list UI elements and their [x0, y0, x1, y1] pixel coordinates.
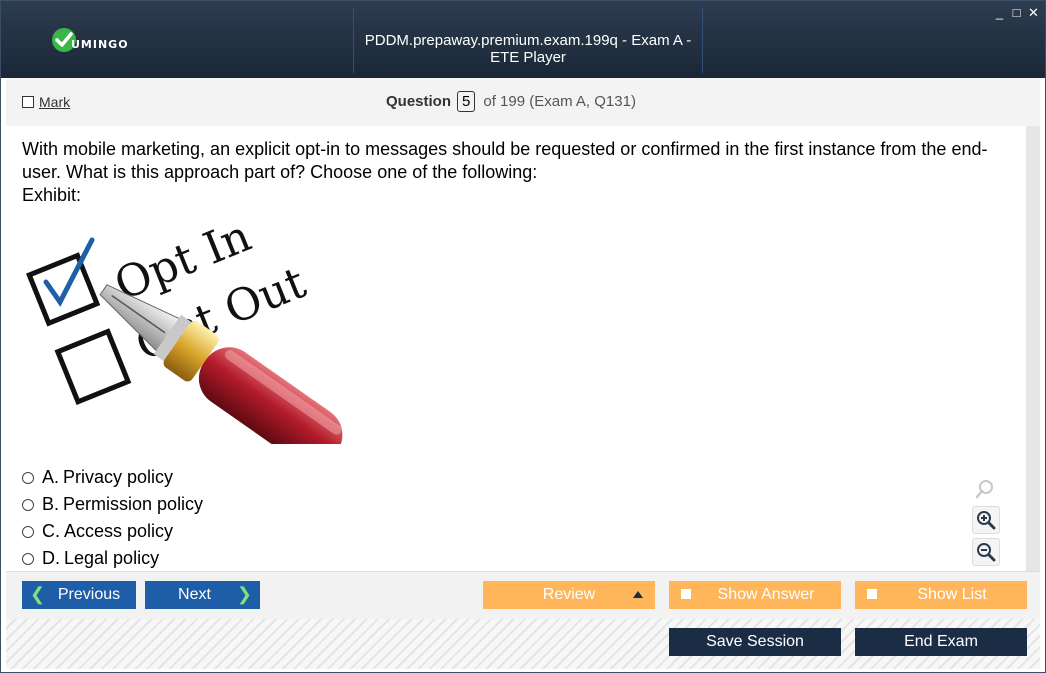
- answer-letter: B.: [42, 494, 60, 514]
- show-list-label: Show List: [917, 586, 987, 603]
- question-text-block: With mobile marketing, an explicit opt-i…: [22, 138, 1022, 207]
- show-answer-label: Show Answer: [717, 586, 815, 603]
- mark-label: Mark: [39, 94, 71, 110]
- end-exam-label: End Exam: [904, 633, 978, 650]
- zoom-controls: [972, 476, 1000, 566]
- previous-label: Previous: [57, 586, 121, 603]
- zoom-out-icon: [977, 543, 996, 562]
- question-content: With mobile marketing, an explicit opt-i…: [6, 126, 1026, 571]
- title-bar: UMINGO PDDM.prepaway.premium.exam.199q -…: [1, 1, 1045, 78]
- answer-text: Legal policy: [64, 548, 160, 568]
- maximize-button[interactable]: □: [1011, 5, 1022, 21]
- bottom-bar: Save Session End Exam: [6, 619, 1040, 669]
- answer-letter: A.: [42, 467, 60, 487]
- magnifier-icon: [975, 480, 993, 499]
- close-button[interactable]: ✕: [1028, 5, 1039, 21]
- chevron-right-icon: ❯: [236, 584, 252, 604]
- show-list-checkbox[interactable]: [867, 589, 877, 599]
- answer-list: A. Privacy policy B. Permission policy C…: [22, 464, 203, 572]
- radio-button[interactable]: [22, 498, 34, 511]
- vumingo-logo: UMINGO: [51, 25, 129, 55]
- triangle-up-icon[interactable]: [633, 591, 643, 598]
- question-text: With mobile marketing, an explicit opt-i…: [22, 139, 988, 182]
- answer-text: Access policy: [64, 521, 174, 541]
- app-window: UMINGO PDDM.prepaway.premium.exam.199q -…: [0, 0, 1046, 673]
- minimize-button[interactable]: _: [994, 5, 1005, 21]
- show-answer-button[interactable]: Show Answer: [669, 581, 841, 609]
- radio-button[interactable]: [22, 552, 34, 565]
- answer-option-b[interactable]: B. Permission policy: [22, 491, 203, 518]
- mark-checkbox[interactable]: Mark: [22, 94, 70, 110]
- exhibit-image: Opt In Opt Out: [22, 222, 344, 444]
- navigation-bar: ❮ Previous Next ❯ Review Show Answer Sho…: [6, 571, 1040, 620]
- mark-checkbox-box[interactable]: [22, 96, 34, 108]
- title-separator: [702, 7, 703, 73]
- radio-button[interactable]: [22, 471, 34, 484]
- save-session-label: Save Session: [706, 633, 804, 650]
- radio-button[interactable]: [22, 525, 34, 538]
- question-counter: Question 5 of 199 (Exam A, Q131): [386, 91, 636, 112]
- zoom-out-button[interactable]: [972, 538, 1000, 566]
- next-label: Next: [178, 586, 211, 603]
- question-number-input[interactable]: 5: [457, 91, 476, 112]
- window-controls: _ □ ✕: [994, 5, 1039, 21]
- answer-option-d[interactable]: D. Legal policy: [22, 545, 203, 572]
- question-bar: Mark Question 5 of 199 (Exam A, Q131): [6, 78, 1040, 127]
- show-answer-checkbox[interactable]: [681, 589, 691, 599]
- zoom-in-button[interactable]: [972, 506, 1000, 534]
- answer-letter: C.: [42, 521, 60, 541]
- answer-text: Permission policy: [63, 494, 204, 514]
- zoom-in-icon: [977, 511, 996, 530]
- previous-button[interactable]: ❮ Previous: [22, 581, 136, 609]
- window-title: PDDM.prepaway.premium.exam.199q - Exam A…: [364, 32, 692, 66]
- next-button[interactable]: Next ❯: [145, 581, 260, 609]
- logo-text: UMINGO: [71, 37, 129, 51]
- show-list-button[interactable]: Show List: [855, 581, 1027, 609]
- vertical-scrollbar[interactable]: [1026, 126, 1040, 571]
- exhibit-label: Exhibit:: [22, 185, 82, 205]
- answer-option-a[interactable]: A. Privacy policy: [22, 464, 203, 491]
- answer-letter: D.: [42, 548, 60, 568]
- question-of-text: of 199 (Exam A, Q131): [483, 93, 636, 110]
- zoom-reset-button[interactable]: [972, 476, 998, 502]
- question-label: Question: [386, 93, 452, 110]
- save-session-button[interactable]: Save Session: [669, 628, 841, 656]
- end-exam-button[interactable]: End Exam: [855, 628, 1027, 656]
- review-button[interactable]: Review: [483, 581, 655, 609]
- answer-option-c[interactable]: C. Access policy: [22, 518, 203, 545]
- chevron-left-icon: ❮: [30, 584, 46, 604]
- review-label: Review: [542, 586, 596, 603]
- answer-text: Privacy policy: [63, 467, 174, 487]
